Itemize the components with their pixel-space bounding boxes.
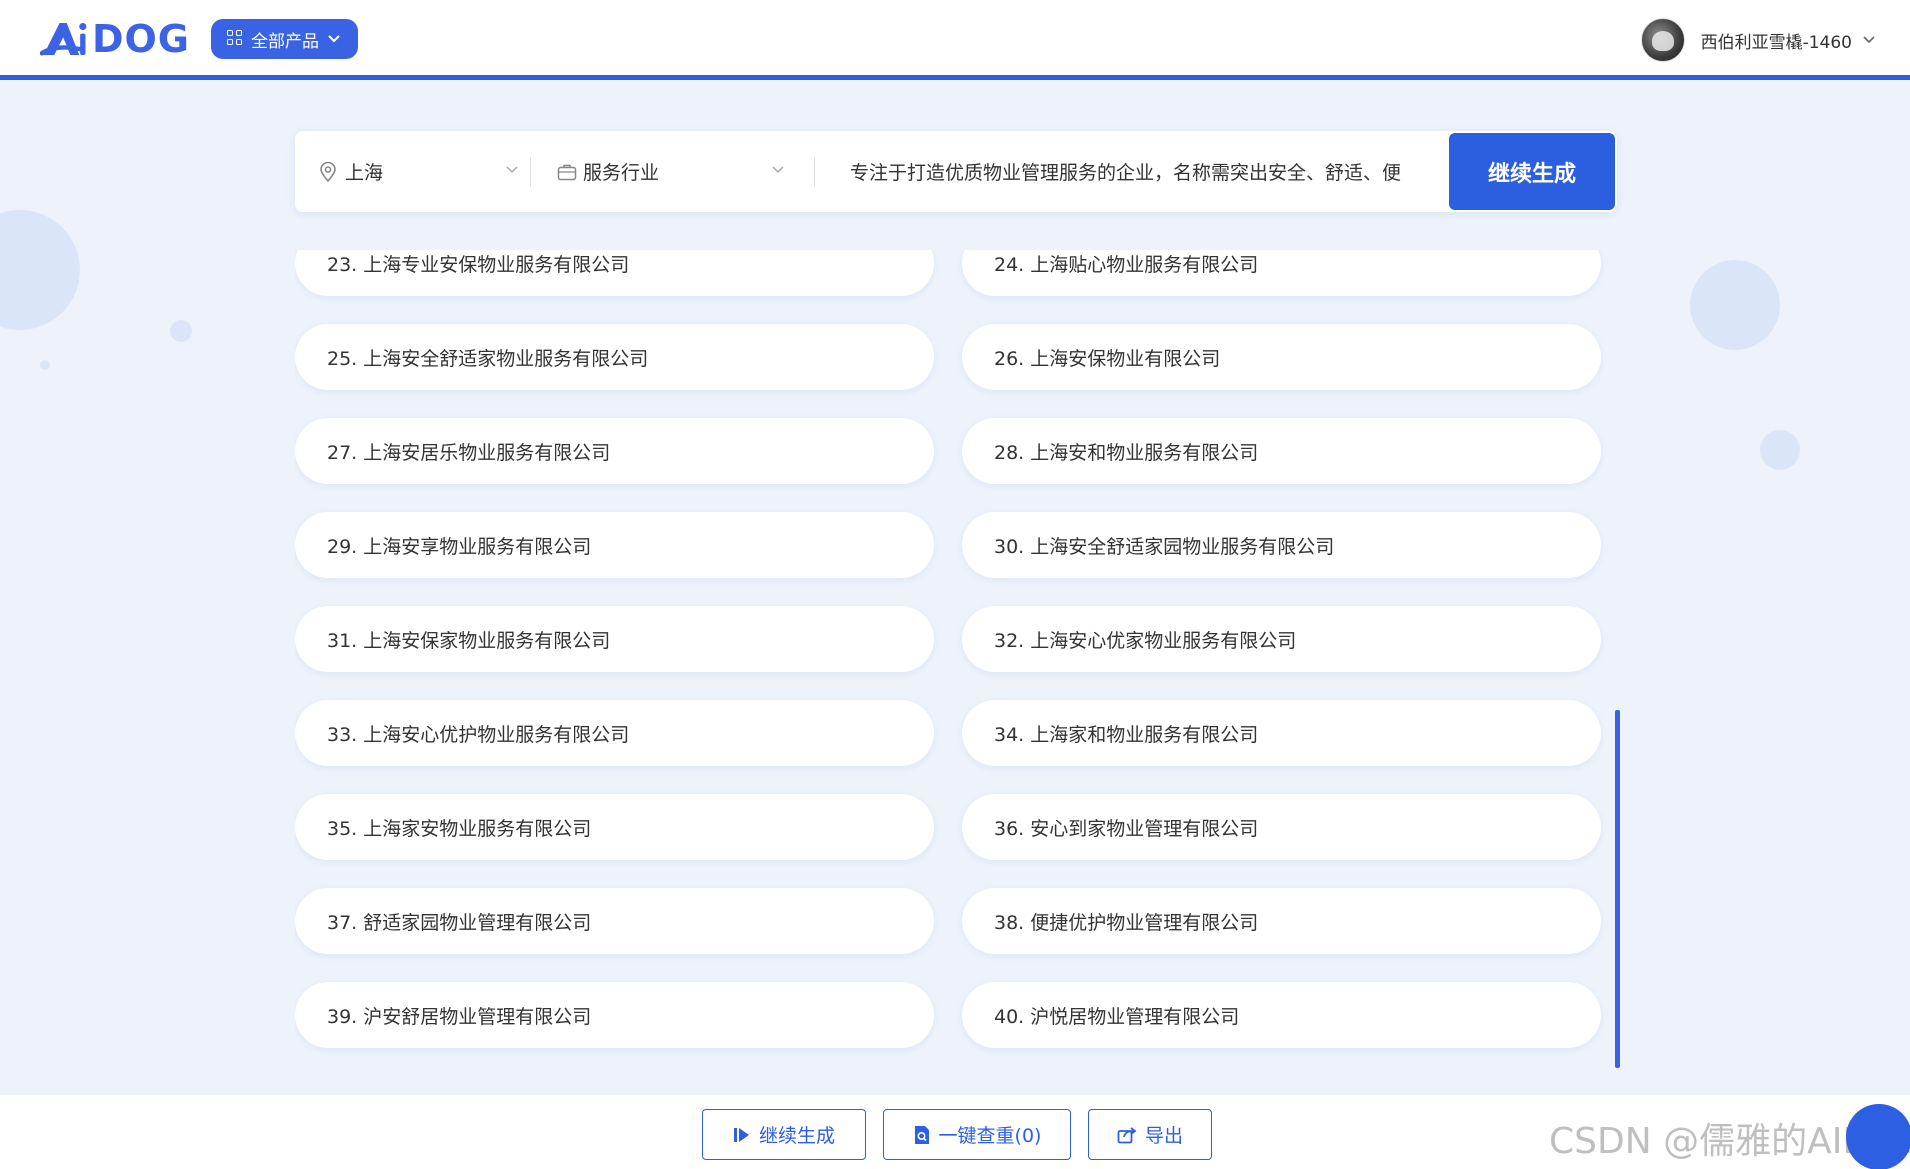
logo-mark-icon: [40, 22, 87, 56]
background-bubble: [40, 360, 50, 370]
search-bar: 上海 服务行业 专注于打造优质物业管理服务的企业，名称需突出安全、舒适、便 继续…: [295, 131, 1617, 212]
prompt-input[interactable]: 专注于打造优质物业管理服务的企业，名称需突出安全、舒适、便: [850, 131, 1434, 212]
duplicate-check-button[interactable]: 一键查重(0): [883, 1109, 1071, 1160]
background-bubble: [1690, 260, 1780, 350]
industry-value: 服务行业: [583, 162, 660, 184]
result-item[interactable]: 38. 便捷优护物业管理有限公司: [962, 888, 1601, 954]
result-item[interactable]: 37. 舒适家园物业管理有限公司: [295, 888, 934, 954]
export-button[interactable]: 导出: [1088, 1109, 1212, 1160]
document-search-icon: [914, 1125, 929, 1144]
all-products-button[interactable]: 全部产品: [211, 19, 358, 59]
results-list: 23. 上海专业安保物业服务有限公司 24. 上海贴心物业服务有限公司 25. 上海…: [295, 250, 1615, 1068]
result-item[interactable]: 32. 上海安心优家物业服务有限公司: [962, 606, 1601, 672]
page: DOG 全部产品 西伯利亚雪橇-1460 上海 服务行业 专注于打造优质物业管理…: [0, 0, 1910, 1169]
chevron-down-icon: [772, 166, 784, 174]
result-item[interactable]: 36. 安心到家物业管理有限公司: [962, 794, 1601, 860]
location-pin-icon: [320, 161, 336, 182]
generate-button[interactable]: 继续生成: [1449, 133, 1615, 210]
export-label: 导出: [1144, 1125, 1183, 1147]
result-item[interactable]: 33. 上海安心优护物业服务有限公司: [295, 700, 934, 766]
result-item[interactable]: 40. 沪悦居物业管理有限公司: [962, 982, 1601, 1048]
chevron-down-icon: [328, 35, 340, 43]
continue-generate-button[interactable]: 继续生成: [702, 1109, 866, 1160]
result-item[interactable]: 23. 上海专业安保物业服务有限公司: [295, 250, 934, 296]
grid-icon: [227, 30, 245, 48]
top-header: DOG 全部产品 西伯利亚雪橇-1460: [0, 0, 1910, 80]
result-item[interactable]: 28. 上海安和物业服务有限公司: [962, 418, 1601, 484]
result-item[interactable]: 30. 上海安全舒适家园物业服务有限公司: [962, 512, 1601, 578]
all-products-label: 全部产品: [251, 31, 319, 52]
result-item[interactable]: 31. 上海安保家物业服务有限公司: [295, 606, 934, 672]
chevron-down-icon: [506, 166, 518, 174]
briefcase-icon: [557, 164, 577, 180]
share-icon: [1117, 1126, 1137, 1143]
user-menu[interactable]: 西伯利亚雪橇-1460: [1640, 18, 1876, 62]
prompt-text: 专注于打造优质物业管理服务的企业，名称需突出安全、舒适、便: [850, 162, 1402, 184]
result-item[interactable]: 26. 上海安保物业有限公司: [962, 324, 1601, 390]
background-bubble: [0, 210, 80, 330]
chevron-down-icon: [1863, 36, 1875, 44]
background-bubble: [1760, 430, 1800, 470]
result-item[interactable]: 39. 沪安舒居物业管理有限公司: [295, 982, 934, 1048]
result-item[interactable]: 35. 上海家安物业服务有限公司: [295, 794, 934, 860]
result-item[interactable]: 24. 上海贴心物业服务有限公司: [962, 250, 1601, 296]
scrollbar[interactable]: [1615, 250, 1620, 1070]
duplicate-check-label: 一键查重(0): [938, 1125, 1042, 1147]
divider: [814, 157, 815, 187]
continue-generate-label: 继续生成: [758, 1125, 835, 1147]
play-icon: [733, 1127, 749, 1142]
result-item[interactable]: 27. 上海安居乐物业服务有限公司: [295, 418, 934, 484]
scrollbar-thumb[interactable]: [1615, 710, 1620, 1068]
result-item[interactable]: 29. 上海安享物业服务有限公司: [295, 512, 934, 578]
result-item[interactable]: 34. 上海家和物业服务有限公司: [962, 700, 1601, 766]
result-item[interactable]: 25. 上海安全舒适家物业服务有限公司: [295, 324, 934, 390]
location-value: 上海: [345, 162, 384, 184]
avatar[interactable]: [1640, 18, 1685, 62]
chat-assistant-button[interactable]: [1846, 1104, 1910, 1169]
user-name: 西伯利亚雪橇-1460: [1700, 32, 1852, 53]
logo-text: DOG: [91, 17, 190, 61]
logo[interactable]: DOG: [40, 16, 190, 62]
divider: [530, 157, 531, 187]
background-bubble: [170, 320, 192, 342]
location-select[interactable]: 上海: [319, 131, 519, 212]
industry-select[interactable]: 服务行业: [557, 131, 785, 212]
